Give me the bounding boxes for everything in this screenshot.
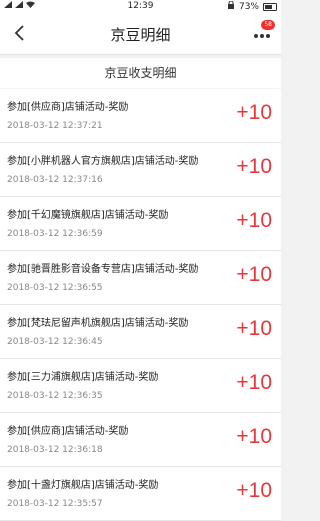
record-amount: +10 [236, 371, 272, 394]
message-badge: 58 [261, 20, 275, 30]
list-item[interactable]: 参加[梵珐尼留声机旗舰店]店铺活动-奖励 2018-03-12 12:36:45… [0, 305, 281, 359]
page-title: 京豆明细 [110, 26, 171, 44]
record-time: 2018-03-12 12:36:59 [7, 229, 103, 239]
record-amount: +10 [236, 317, 272, 340]
record-amount: +10 [236, 263, 272, 286]
record-time: 2018-03-12 12:37:16 [7, 175, 103, 185]
record-description: 参加[小胖机器人官方旗舰店]店铺活动-奖励 [7, 156, 199, 167]
record-description: 参加[供应商]店铺活动-奖励 [7, 102, 129, 113]
record-time: 2018-03-12 12:36:18 [7, 445, 103, 455]
record-time: 2018-03-12 12:36:55 [7, 283, 103, 293]
navigation-bar: 京豆明细 58 [0, 14, 281, 55]
lock-rotation-icon [227, 0, 235, 12]
record-time: 2018-03-12 12:36:35 [7, 391, 103, 401]
record-description: 参加[三力浦旗舰店]店铺活动-奖励 [7, 372, 159, 383]
record-description: 参加[梵珐尼留声机旗舰店]店铺活动-奖励 [7, 318, 189, 329]
status-icons-right: 73% [227, 0, 277, 12]
record-amount: +10 [236, 209, 272, 232]
section-title: 京豆收支明细 [0, 58, 281, 88]
list-item[interactable]: 参加[驰晋胜影音设备专营店]店铺活动-奖励 2018-03-12 12:36:5… [0, 251, 281, 305]
record-amount: +10 [236, 155, 272, 178]
record-description: 参加[驰晋胜影音设备专营店]店铺活动-奖励 [7, 264, 199, 275]
record-time: 2018-03-12 12:35:57 [7, 499, 103, 509]
list-item[interactable]: 参加[千幻魔镜旗舰店]店铺活动-奖励 2018-03-12 12:36:59 +… [0, 197, 281, 251]
list-item[interactable]: 参加[供应商]店铺活动-奖励 2018-03-12 12:36:18 +10 [0, 413, 281, 467]
record-description: 参加[千幻魔镜旗舰店]店铺活动-奖励 [7, 210, 169, 221]
record-time: 2018-03-12 12:37:21 [7, 121, 103, 131]
list-item[interactable]: 参加[十盏灯旗舰店]店铺活动-奖励 2018-03-12 12:35:57 +1… [0, 467, 281, 521]
list-item[interactable]: 参加[供应商]店铺活动-奖励 2018-03-12 12:37:21 +10 [0, 89, 281, 143]
record-amount: +10 [236, 479, 272, 502]
battery-percent: 73% [238, 1, 259, 12]
list-item[interactable]: 参加[三力浦旗舰店]店铺活动-奖励 2018-03-12 12:36:35 +1… [0, 359, 281, 413]
list-item[interactable]: 参加[小胖机器人官方旗舰店]店铺活动-奖励 2018-03-12 12:37:1… [0, 143, 281, 197]
record-description: 参加[十盏灯旗舰店]店铺活动-奖励 [7, 480, 159, 491]
battery-icon [263, 2, 277, 11]
record-time: 2018-03-12 12:36:45 [7, 337, 103, 347]
status-bar: 12:39 73% [0, 0, 281, 14]
record-amount: +10 [236, 101, 272, 124]
record-amount: +10 [236, 425, 272, 448]
records-list: 参加[供应商]店铺活动-奖励 2018-03-12 12:37:21 +10 参… [0, 89, 281, 521]
record-description: 参加[供应商]店铺活动-奖励 [7, 426, 129, 437]
